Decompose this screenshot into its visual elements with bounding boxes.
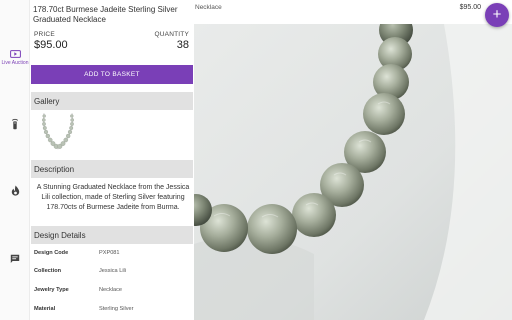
detail-key: Design Code [34, 250, 69, 256]
remote-icon [11, 118, 19, 130]
detail-key: Material [34, 306, 56, 312]
chat-icon [10, 254, 20, 263]
flame-icon [11, 185, 19, 196]
nav-item-chat[interactable] [0, 254, 30, 264]
detail-value: PXP081 [99, 250, 120, 256]
description-text: A Stunning Graduated Necklace from the J… [36, 184, 190, 211]
add-button[interactable]: + [485, 3, 509, 27]
product-detail-panel: 178.70ct Burmese Jadeite Sterling Silver… [30, 0, 194, 320]
nav-item-hot[interactable] [0, 185, 30, 196]
quantity-value: 38 [176, 39, 189, 51]
nav-item-remote[interactable] [0, 118, 30, 130]
product-top-bar: Necklace $95.00 + [194, 0, 512, 27]
breadcrumb[interactable]: Necklace [195, 4, 222, 11]
product-photo[interactable] [194, 24, 512, 320]
detail-value: Jessica Lili [99, 268, 127, 274]
description-section-header: Description [31, 160, 193, 178]
quantity-label: QUANTITY [154, 31, 189, 38]
detail-value: Necklace [99, 287, 123, 293]
detail-row-collection: Collection Jessica Lili [34, 268, 192, 280]
product-title: 178.70ct Burmese Jadeite Sterling Silver… [33, 5, 178, 24]
price-value: $95.00 [34, 39, 68, 51]
gallery-thumbnail[interactable] [38, 111, 78, 153]
nav-item-live-auction[interactable]: Live Auction [0, 49, 30, 66]
necklace-photo-image [194, 24, 512, 320]
necklace-thumbnail-image [42, 112, 74, 150]
price-label: PRICE [34, 31, 55, 38]
add-to-basket-button[interactable]: ADD TO BASKET [31, 65, 193, 84]
live-tv-icon [9, 50, 21, 58]
detail-row-jewelry-type: Jewelry Type Necklace [34, 287, 192, 299]
side-nav-rail: Live Auction [0, 0, 30, 320]
gallery-section-header: Gallery [31, 92, 193, 110]
detail-value: Sterling Silver [99, 306, 134, 312]
design-details-section-header: Design Details [31, 226, 193, 244]
detail-key: Collection [34, 268, 62, 274]
detail-row-design-code: Design Code PXP081 [34, 250, 192, 262]
detail-key: Jewelry Type [34, 287, 69, 293]
nav-item-label: Live Auction [1, 60, 29, 66]
detail-row-material: Material Sterling Silver [34, 306, 192, 318]
top-price: $95.00 [459, 4, 481, 11]
